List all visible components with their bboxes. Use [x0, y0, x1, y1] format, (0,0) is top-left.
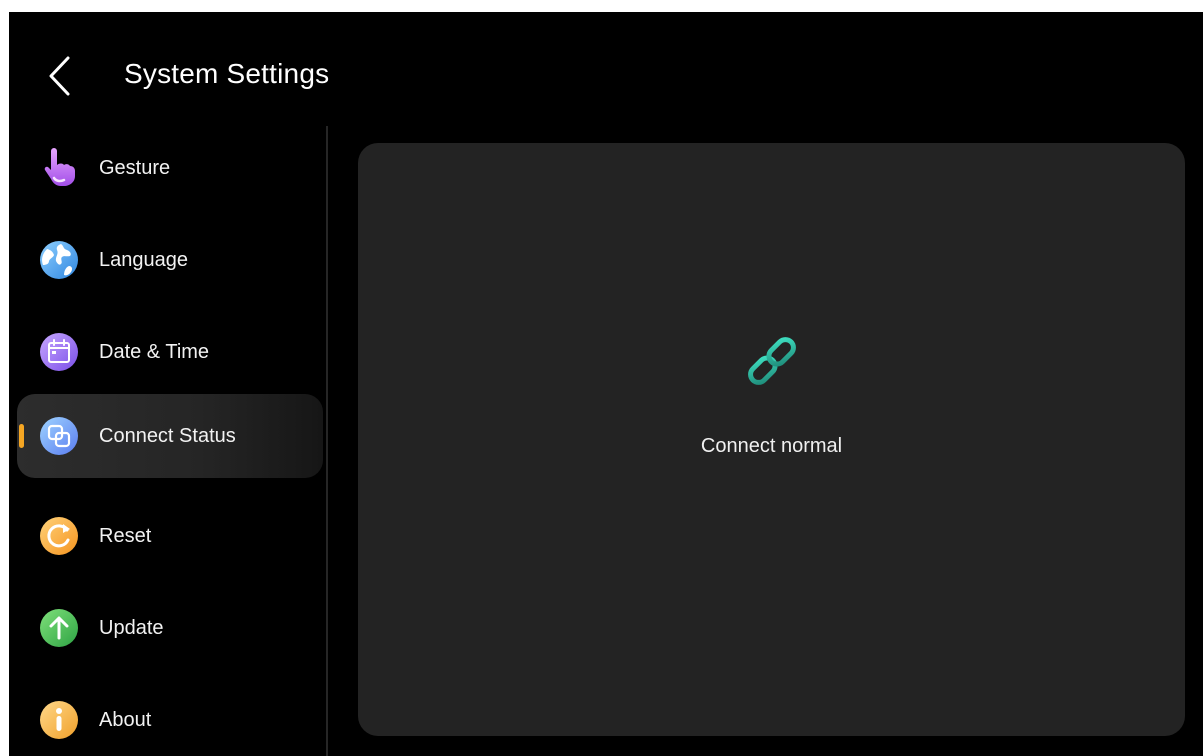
page-title: System Settings: [124, 58, 330, 89]
sidebar-item-about[interactable]: About: [17, 678, 323, 756]
connection-status-text: Connect normal: [700, 435, 843, 457]
sidebar: Gesture Language Date & Time Connect Sta…: [9, 126, 327, 756]
arrow-up-icon: [40, 609, 78, 647]
selected-indicator: [19, 424, 24, 448]
globe-icon: [40, 241, 78, 279]
sidebar-item-reset[interactable]: Reset: [17, 494, 323, 578]
sidebar-item-date-time[interactable]: Date & Time: [17, 310, 323, 394]
connect-status-panel: Connect normal: [358, 143, 1185, 736]
settings-screen: System Settings Gesture Language Date & …: [9, 12, 1203, 756]
refresh-icon: [40, 517, 78, 555]
sidebar-divider: [326, 126, 328, 756]
sidebar-item-gesture[interactable]: Gesture: [17, 126, 323, 210]
pointing-hand-icon: [44, 148, 75, 186]
sidebar-item-connect-status[interactable]: Connect Status: [17, 394, 323, 478]
chevron-left-icon: [49, 56, 70, 96]
calendar-icon: [40, 333, 78, 371]
sidebar-item-label: About: [99, 709, 152, 731]
sidebar-item-label: Connect Status: [99, 425, 236, 447]
sidebar-item-label: Language: [99, 249, 188, 271]
info-icon: [40, 701, 78, 739]
back-button[interactable]: [39, 54, 79, 98]
sidebar-item-label: Date & Time: [99, 341, 210, 363]
sidebar-item-label: Reset: [99, 525, 152, 547]
link-icon: [748, 337, 796, 385]
sidebar-item-label: Update: [99, 617, 164, 639]
sidebar-item-language[interactable]: Language: [17, 218, 323, 302]
header: System Settings: [9, 12, 1203, 122]
overlapping-squares-icon: [40, 417, 78, 455]
sidebar-item-label: Gesture: [99, 157, 171, 179]
sidebar-item-update[interactable]: Update: [17, 586, 323, 670]
